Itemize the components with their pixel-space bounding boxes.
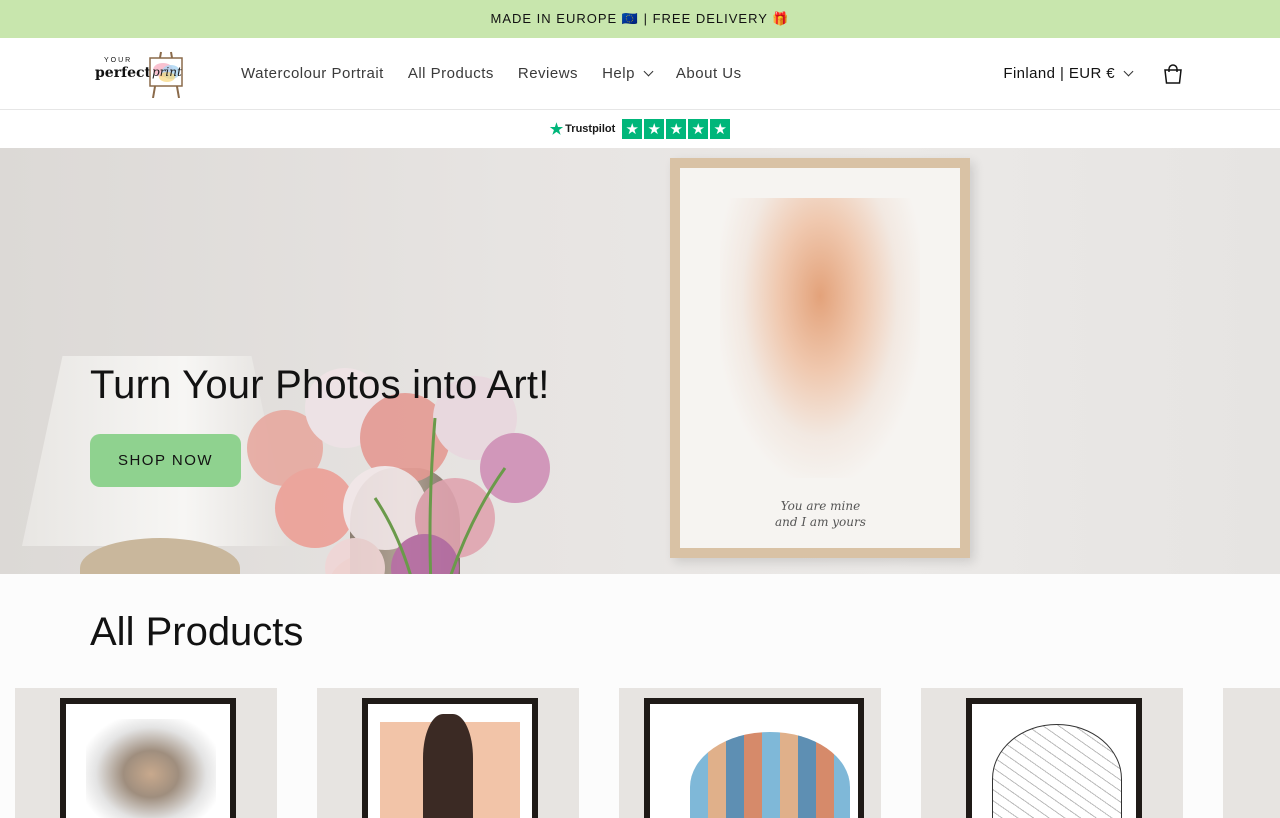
trustpilot-logo: ★ Trustpilot <box>550 120 616 138</box>
trustpilot-label: Trustpilot <box>565 123 616 135</box>
site-header: YOUR perfect print Watercolour Portrait … <box>0 38 1280 110</box>
product-card[interactable] <box>1223 688 1280 818</box>
chevron-down-icon <box>1123 66 1134 77</box>
rating-star-icon: ★ <box>644 119 665 139</box>
product-grid <box>15 688 1280 818</box>
quote-line-2: and I am yours <box>775 515 866 529</box>
portrait-quote: You are mine and I am yours <box>775 498 866 530</box>
nav-help[interactable]: Help <box>590 65 664 82</box>
logo-your: YOUR <box>104 56 133 64</box>
rating-star-icon: ★ <box>666 119 687 139</box>
watercolour-couple <box>720 198 920 478</box>
hero-content: Turn Your Photos into Art! SHOP NOW <box>90 363 550 487</box>
section-title: All Products <box>90 610 304 654</box>
cart-icon[interactable] <box>1162 63 1184 85</box>
main-nav: Watercolour Portrait All Products Review… <box>229 65 754 82</box>
portrait-artwork: You are mine and I am yours <box>680 168 960 548</box>
trustpilot-banner[interactable]: ★ Trustpilot ★ ★ ★ ★ ★ <box>0 110 1280 148</box>
chevron-down-icon <box>643 66 654 77</box>
nav-about-us[interactable]: About Us <box>664 65 754 82</box>
product-frame <box>60 698 236 818</box>
product-figure <box>423 714 473 818</box>
product-frame <box>966 698 1142 818</box>
product-frame <box>644 698 864 818</box>
rating-star-icon: ★ <box>710 119 731 139</box>
nav-watercolour-portrait[interactable]: Watercolour Portrait <box>229 65 396 82</box>
brand-logo[interactable]: YOUR perfect print <box>93 47 187 101</box>
shop-now-button[interactable]: SHOP NOW <box>90 434 241 487</box>
nav-reviews[interactable]: Reviews <box>506 65 590 82</box>
product-image <box>690 732 850 818</box>
header-actions: Finland | EUR € <box>1003 63 1184 85</box>
nav-all-products[interactable]: All Products <box>396 65 506 82</box>
nav-help-label: Help <box>602 65 635 82</box>
logo-print: print <box>152 64 182 79</box>
announcement-text: MADE IN EUROPE 🇪🇺 | FREE DELIVERY 🎁 <box>490 11 790 26</box>
locale-label: Finland | EUR € <box>1003 65 1115 82</box>
product-card[interactable] <box>15 688 277 818</box>
product-card[interactable] <box>619 688 881 818</box>
locale-selector[interactable]: Finland | EUR € <box>1003 65 1134 82</box>
product-image <box>86 719 216 818</box>
announcement-bar: MADE IN EUROPE 🇪🇺 | FREE DELIVERY 🎁 <box>0 0 1280 38</box>
trustpilot-rating: ★ ★ ★ ★ ★ <box>622 119 731 139</box>
hero-banner: You are mine and I am yours Turn Your Ph… <box>0 148 1280 574</box>
trustpilot-star-icon: ★ <box>549 121 564 138</box>
product-card[interactable] <box>317 688 579 818</box>
hero-title: Turn Your Photos into Art! <box>90 363 550 407</box>
product-frame <box>362 698 538 818</box>
logo-perfect: perfect <box>95 64 151 81</box>
portrait-frame-image: You are mine and I am yours <box>670 158 970 558</box>
rating-star-icon: ★ <box>688 119 709 139</box>
product-image <box>992 724 1122 818</box>
quote-line-1: You are mine <box>780 499 861 513</box>
rating-star-icon: ★ <box>622 119 643 139</box>
product-card[interactable] <box>921 688 1183 818</box>
